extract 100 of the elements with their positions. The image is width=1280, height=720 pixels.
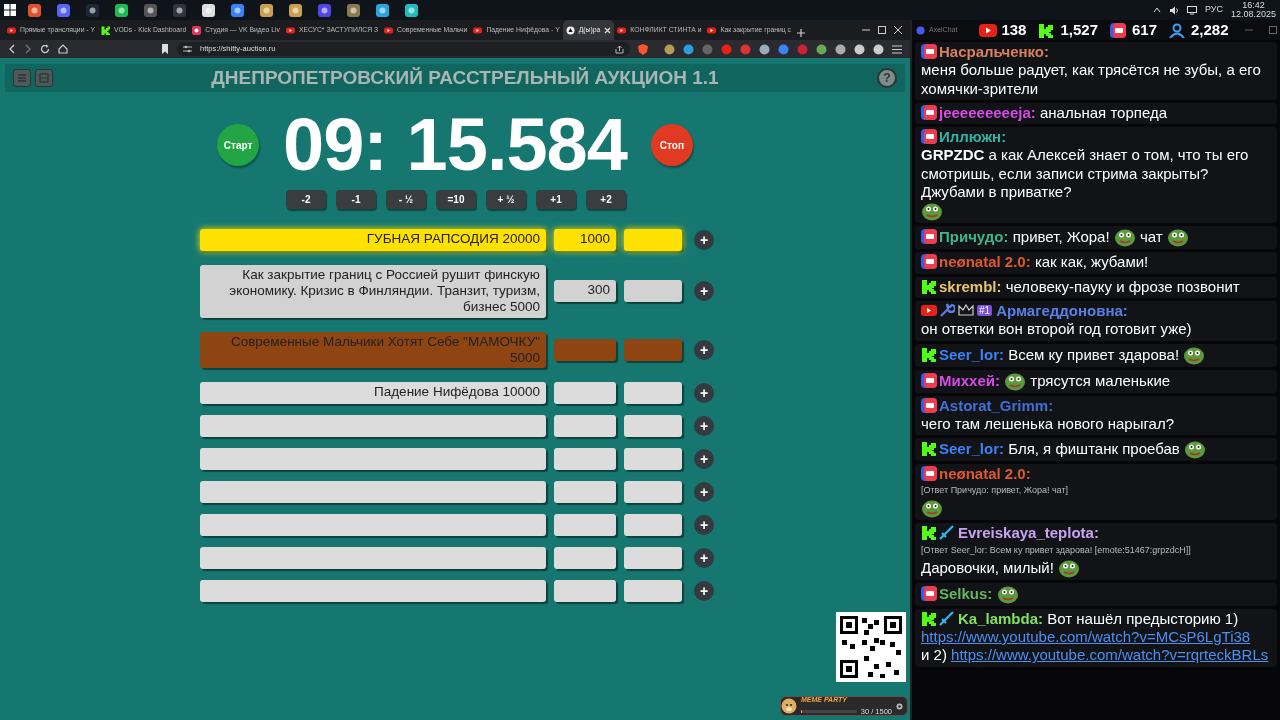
reply-quote: [Ответ Причудо: привет, Жора! чат]: [921, 485, 1070, 497]
viewer-count: 1,527: [1060, 19, 1098, 40]
app-icon[interactable]: [231, 4, 244, 18]
lot-name-field[interactable]: [200, 579, 546, 602]
extension-icon[interactable]: [683, 43, 694, 55]
lot-amount-field[interactable]: [554, 546, 616, 569]
chat-link[interactable]: https://www.youtube.com/watch?v=MCsP6LgTi38: [921, 628, 1251, 645]
app-icon[interactable]: [173, 4, 186, 18]
close-icon[interactable]: [894, 26, 902, 34]
extension-icon[interactable]: [835, 43, 846, 55]
add-button[interactable]: +: [694, 514, 714, 535]
app-icon[interactable]: [144, 4, 157, 18]
app-icon[interactable]: [376, 4, 389, 18]
app-icon[interactable]: [318, 4, 331, 18]
extension-icon[interactable]: [759, 43, 770, 55]
chat-link[interactable]: https://www.youtube.com/watch?v=rqrteckBRLs: [951, 646, 1269, 664]
lot-name-field[interactable]: [200, 480, 546, 503]
video-play-icon: [921, 302, 937, 318]
app-icon[interactable]: [86, 4, 99, 18]
add-button[interactable]: +: [694, 382, 714, 403]
lot-extra-field[interactable]: [624, 447, 682, 470]
time-adjust-button[interactable]: -1: [336, 190, 376, 209]
lot-extra-field[interactable]: [624, 414, 682, 437]
lot-name-field[interactable]: Как закрытие границ с Россией рушит финскую экономику. Кризис в Финляндии. Транзит, туризм, бизнес 5000: [200, 265, 546, 318]
lot-name-field[interactable]: [200, 546, 546, 569]
extension-icon[interactable]: [816, 43, 827, 55]
minimize-icon[interactable]: [862, 26, 870, 34]
lot-amount-field[interactable]: [554, 480, 616, 503]
lot-amount-field[interactable]: [554, 381, 616, 404]
lot-amount-field[interactable]: [554, 513, 616, 536]
close-icon[interactable]: [604, 26, 612, 34]
lot-amount-field[interactable]: 1000: [554, 229, 616, 251]
add-button[interactable]: +: [694, 481, 714, 502]
language-indicator[interactable]: РУС: [1204, 5, 1223, 15]
app-icon[interactable]: [347, 4, 360, 18]
menu-icon[interactable]: [892, 44, 902, 54]
live-badge-icon: [921, 254, 937, 270]
lot-amount-field[interactable]: [554, 579, 616, 602]
time-adjust-button[interactable]: +1: [536, 190, 576, 209]
share-icon[interactable]: [615, 44, 624, 54]
time-adjust-button[interactable]: =10: [436, 190, 476, 209]
lot-amount-field[interactable]: [554, 447, 616, 470]
add-button[interactable]: +: [694, 339, 714, 360]
lot-extra-field[interactable]: [624, 229, 682, 251]
time-adjust-button[interactable]: -2: [286, 190, 326, 209]
extension-icon[interactable]: [854, 43, 865, 55]
extension-icon[interactable]: [664, 43, 675, 55]
app-icon[interactable]: [289, 4, 302, 18]
time-adjust-button[interactable]: + ½: [486, 190, 526, 209]
lot-extra-field[interactable]: [624, 280, 682, 303]
help-button[interactable]: ?: [877, 68, 897, 88]
forward-icon[interactable]: [24, 44, 32, 54]
extension-icon[interactable]: [778, 43, 789, 55]
app-icon[interactable]: [28, 4, 41, 18]
reload-icon[interactable]: [40, 44, 50, 54]
add-button[interactable]: +: [694, 230, 714, 250]
add-button[interactable]: +: [694, 580, 714, 601]
bookmark-icon[interactable]: [161, 44, 170, 54]
lot-name-field[interactable]: [200, 447, 546, 470]
back-icon[interactable]: [8, 44, 16, 54]
lot-extra-field[interactable]: [624, 338, 682, 361]
reply-quote: [Ответ Seer_lor: Всем ку привет здарова! [emote:51467:grpzdcH]]: [921, 544, 1192, 556]
lot-extra-field[interactable]: [624, 579, 682, 602]
lot-amount-field[interactable]: [554, 414, 616, 437]
add-button[interactable]: +: [694, 281, 714, 302]
lot-name-field[interactable]: Падение Нифёдова 10000: [200, 381, 546, 404]
add-button[interactable]: +: [694, 448, 714, 469]
app-icon[interactable]: [57, 4, 70, 18]
clock-time[interactable]: 16:42: [1230, 0, 1276, 10]
monitor-icon[interactable]: [1186, 5, 1197, 15]
lot-name-field[interactable]: [200, 513, 546, 536]
clock-date[interactable]: 12.08.2025: [1230, 10, 1276, 20]
time-adjust-button[interactable]: +2: [586, 190, 626, 209]
lot-name-field[interactable]: [200, 414, 546, 437]
k-logo-icon: [921, 278, 937, 294]
stop-button[interactable]: Стоп: [650, 124, 693, 166]
chat-message-text: GRPZDC а как Алексей знает о том, что ты его смотришь, если записи стрима закрыты? Джубами в приватке?: [921, 146, 1250, 202]
lot-extra-field[interactable]: [624, 381, 682, 404]
app-icon[interactable]: [115, 4, 128, 18]
home-icon[interactable]: [58, 44, 68, 54]
add-button[interactable]: +: [694, 415, 714, 436]
chat-username: Seer_lor:: [939, 345, 1005, 363]
lot-extra-field[interactable]: [624, 546, 682, 569]
lot-extra-field[interactable]: [624, 513, 682, 536]
emote-icon: [921, 498, 943, 519]
speaker-icon[interactable]: [1168, 5, 1179, 15]
app-icon[interactable]: [260, 4, 273, 18]
lot-extra-field[interactable]: [624, 480, 682, 503]
lot-name-field[interactable]: ГУБНАЯ РАПСОДИЯ 20000: [200, 229, 546, 251]
time-adjust-button[interactable]: - ½: [386, 190, 426, 209]
windows-icon[interactable]: [4, 4, 16, 16]
emote-icon: [1166, 227, 1189, 248]
lot-amount-field[interactable]: 300: [554, 280, 616, 303]
extension-icon[interactable]: [873, 43, 884, 55]
app-icon[interactable]: [202, 4, 215, 18]
chevron-icon[interactable]: [1152, 6, 1161, 14]
lion-shield-icon[interactable]: [638, 43, 648, 55]
app-icon[interactable]: [405, 4, 418, 18]
lot-amount-field[interactable]: [554, 338, 616, 361]
add-button[interactable]: +: [694, 547, 714, 568]
